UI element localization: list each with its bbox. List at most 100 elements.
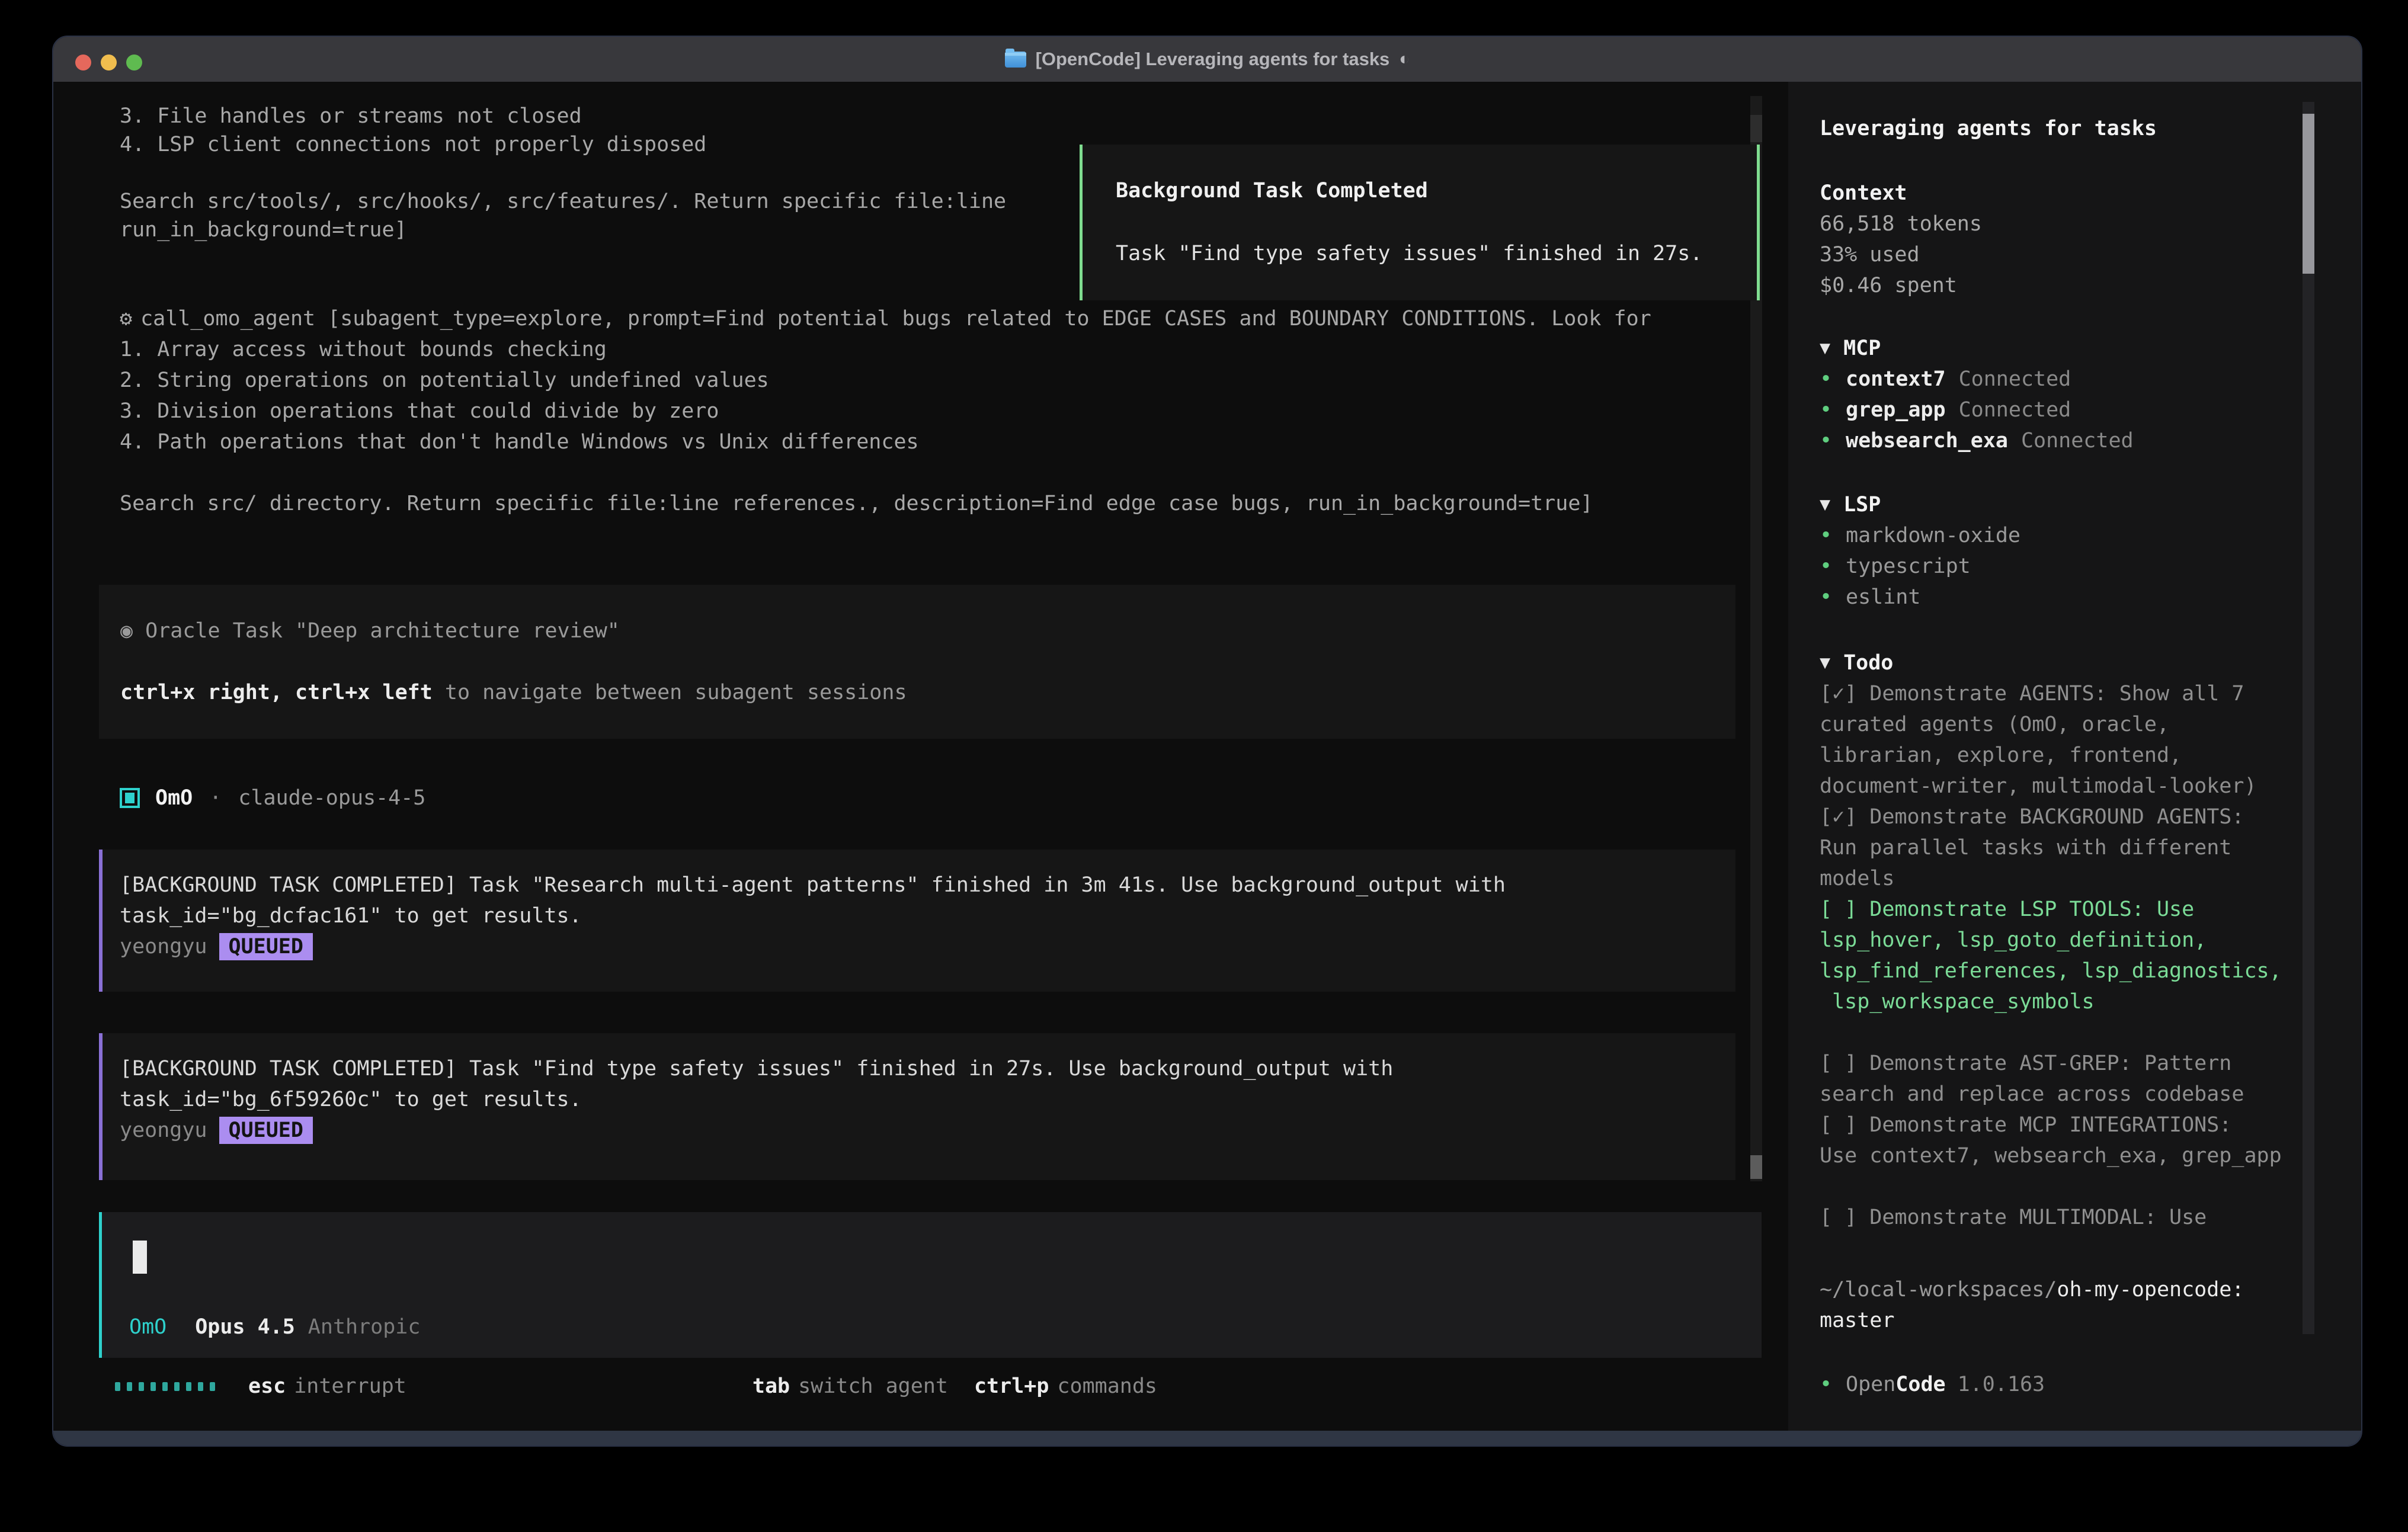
terminal-window: [OpenCode] Leveraging agents for tasks ◐… bbox=[52, 36, 2362, 1447]
user-label: yeongyu bbox=[120, 1115, 207, 1146]
notification-title: Background Task Completed bbox=[1116, 175, 1428, 206]
output-line bbox=[120, 159, 1006, 187]
input-model-name[interactable]: Opus 4.5 bbox=[195, 1312, 295, 1342]
tool-call-header: call_omo_agent [subagent_type=explore, p… bbox=[140, 307, 1651, 331]
todo-section: ▼ Todo [✓] Demonstrate AGENTS: Show all 7… bbox=[1820, 648, 2311, 1233]
status-dot-icon: • bbox=[1820, 520, 1846, 551]
app-version-number: 1.0.163 bbox=[1958, 1369, 2045, 1400]
context-spent: $0.46 spent bbox=[1820, 270, 1982, 301]
status-dot-icon: • bbox=[1820, 1369, 1846, 1400]
shortcut-keys: ctrl+x right, ctrl+x left bbox=[120, 681, 433, 704]
status-dot-icon: • bbox=[1820, 425, 1846, 456]
context-section: Context 66,518 tokens 33% used $0.46 spe… bbox=[1820, 178, 1982, 301]
context-tokens: 66,518 tokens bbox=[1820, 209, 1982, 239]
status-badge: QUEUED bbox=[219, 933, 313, 960]
status-bar: esc interrupt tab switch agent ctrl+p co… bbox=[53, 1371, 1772, 1402]
folder-icon bbox=[1005, 52, 1026, 68]
sidebar-scrollbar[interactable] bbox=[2303, 102, 2314, 1334]
app-name-bold: Code bbox=[1895, 1369, 1945, 1400]
lsp-section: ▼ LSP •markdown-oxide •typescript •eslint bbox=[1820, 489, 2020, 613]
mcp-section: ▼MCP •context7Connected •grep_appConnect… bbox=[1820, 333, 2134, 456]
collapse-triangle-icon: ▼ bbox=[1820, 648, 1830, 678]
lsp-heading: LSP bbox=[1843, 489, 1881, 520]
output-line: run_in_background=true] bbox=[120, 216, 1006, 244]
lsp-item: •eslint bbox=[1820, 582, 2020, 613]
workspace-info: ~/local-workspaces/oh-my-opencode: maste… bbox=[1820, 1274, 2244, 1336]
context-heading: Context bbox=[1820, 178, 1982, 209]
output-line: 3. File handles or streams not closed bbox=[120, 102, 1006, 130]
tool-call-block: ⚙ call_omo_agent [subagent_type=explore, … bbox=[120, 303, 1651, 519]
workspace-path-prefix: ~/local-workspaces/ bbox=[1820, 1278, 2057, 1302]
mcp-heading: MCP bbox=[1843, 333, 1881, 364]
output-line: 4. LSP client connections not properly d… bbox=[120, 130, 1006, 159]
mcp-item: •context7Connected bbox=[1820, 364, 2134, 395]
activity-spinner-icon bbox=[115, 1382, 215, 1391]
task-message-line: task_id="bg_dcfac161" to get results. bbox=[120, 900, 1735, 931]
todo-item: [ ] Demonstrate MCP INTEGRATIONS: Use co… bbox=[1820, 1110, 2311, 1171]
status-badge: QUEUED bbox=[219, 1117, 313, 1144]
lsp-item: •markdown-oxide bbox=[1820, 520, 2020, 551]
commands-action-label: commands bbox=[1057, 1374, 1157, 1398]
background-task-message: [BACKGROUND TASK COMPLETED] Task "Find t… bbox=[99, 1033, 1735, 1180]
window-title: [OpenCode] Leveraging agents for tasks bbox=[1036, 49, 1390, 70]
scrollbar-thumb[interactable] bbox=[1750, 115, 1762, 142]
terminal-output-top: 3. File handles or streams not closed 4.… bbox=[120, 102, 1006, 244]
traffic-lights bbox=[75, 55, 142, 70]
todo-item: [ ] Demonstrate LSP TOOLS: Use lsp_hover… bbox=[1820, 894, 2311, 1017]
todo-item: [ ] Demonstrate AST-GREP: Pattern search… bbox=[1820, 1048, 2311, 1110]
tab-key-label: tab bbox=[752, 1374, 790, 1398]
tab-action-label: switch agent bbox=[798, 1374, 948, 1398]
task-message-line: [BACKGROUND TASK COMPLETED] Task "Find t… bbox=[120, 1053, 1735, 1084]
oracle-task-title: ◉ Oracle Task "Deep architecture review" bbox=[120, 616, 620, 646]
close-window-button[interactable] bbox=[75, 55, 91, 70]
status-dot-icon: • bbox=[1820, 551, 1846, 582]
tool-call-line: 1. Array access without bounds checking bbox=[120, 334, 1651, 365]
task-message-line: task_id="bg_6f59260c" to get results. bbox=[120, 1084, 1735, 1115]
mcp-item: •grep_appConnected bbox=[1820, 395, 2134, 425]
tool-call-line bbox=[120, 457, 1651, 488]
background-task-message: [BACKGROUND TASK COMPLETED] Task "Resear… bbox=[99, 850, 1735, 992]
session-progress-icon: ◐ bbox=[1399, 49, 1410, 69]
esc-key-label: esc bbox=[248, 1374, 286, 1398]
scrollbar-thumb[interactable] bbox=[1750, 1155, 1762, 1179]
session-title: Leveraging agents for tasks bbox=[1820, 113, 2157, 144]
lsp-item: •typescript bbox=[1820, 551, 2020, 582]
user-label: yeongyu bbox=[120, 931, 207, 962]
notification-toast: Background Task Completed Task "Find typ… bbox=[1080, 145, 1760, 300]
scrollbar-thumb[interactable] bbox=[2303, 114, 2314, 274]
agent-square-icon bbox=[120, 788, 140, 808]
todo-item: [ ] Demonstrate MULTIMODAL: Use bbox=[1820, 1202, 2311, 1233]
model-name: claude-opus-4-5 bbox=[238, 786, 425, 810]
task-message-line: [BACKGROUND TASK COMPLETED] Task "Resear… bbox=[120, 870, 1735, 900]
tool-call-line: 4. Path operations that don't handle Win… bbox=[120, 427, 1651, 457]
title-bar: [OpenCode] Leveraging agents for tasks ◐ bbox=[53, 37, 2361, 82]
agent-name: OmO bbox=[155, 786, 193, 810]
mcp-section-header[interactable]: ▼MCP bbox=[1820, 333, 2134, 364]
context-used: 33% used bbox=[1820, 239, 1982, 270]
prompt-input-panel[interactable]: OmO Opus 4.5 Anthropic bbox=[99, 1212, 1762, 1358]
zoom-window-button[interactable] bbox=[126, 55, 142, 70]
input-agent-name: OmO bbox=[129, 1312, 166, 1342]
oracle-task-hint: ctrl+x right, ctrl+x left to navigate be… bbox=[120, 677, 907, 708]
mcp-item: •websearch_exaConnected bbox=[1820, 425, 2134, 456]
separator-dot: · bbox=[209, 786, 222, 810]
tool-call-line: 2. String operations on potentially unde… bbox=[120, 365, 1651, 396]
radio-icon: ◉ bbox=[120, 619, 133, 643]
app-name-light: Open bbox=[1846, 1369, 1895, 1400]
commands-key-label: ctrl+p bbox=[974, 1374, 1049, 1398]
status-dot-icon: • bbox=[1820, 395, 1846, 425]
version-info: •OpenCode 1.0.163 bbox=[1820, 1369, 2045, 1400]
minimize-window-button[interactable] bbox=[101, 55, 117, 70]
gear-icon: ⚙ bbox=[120, 307, 132, 331]
tool-call-header-line: ⚙ call_omo_agent [subagent_type=explore, … bbox=[120, 303, 1651, 334]
todo-heading: Todo bbox=[1843, 648, 1893, 678]
todo-section-header[interactable]: ▼ Todo bbox=[1820, 648, 2311, 678]
todo-item: [✓] Demonstrate AGENTS: Show all 7 curat… bbox=[1820, 678, 2311, 802]
collapse-triangle-icon: ▼ bbox=[1820, 489, 1830, 520]
output-line: Search src/tools/, src/hooks/, src/featu… bbox=[120, 187, 1006, 216]
notification-body: Task "Find type safety issues" finished … bbox=[1116, 238, 1702, 269]
lsp-section-header[interactable]: ▼ LSP bbox=[1820, 489, 2020, 520]
status-dot-icon: • bbox=[1820, 364, 1846, 395]
oracle-task-panel: ◉ Oracle Task "Deep architecture review"… bbox=[99, 585, 1735, 739]
todo-item: [✓] Demonstrate BACKGROUND AGENTS: Run p… bbox=[1820, 802, 2311, 894]
